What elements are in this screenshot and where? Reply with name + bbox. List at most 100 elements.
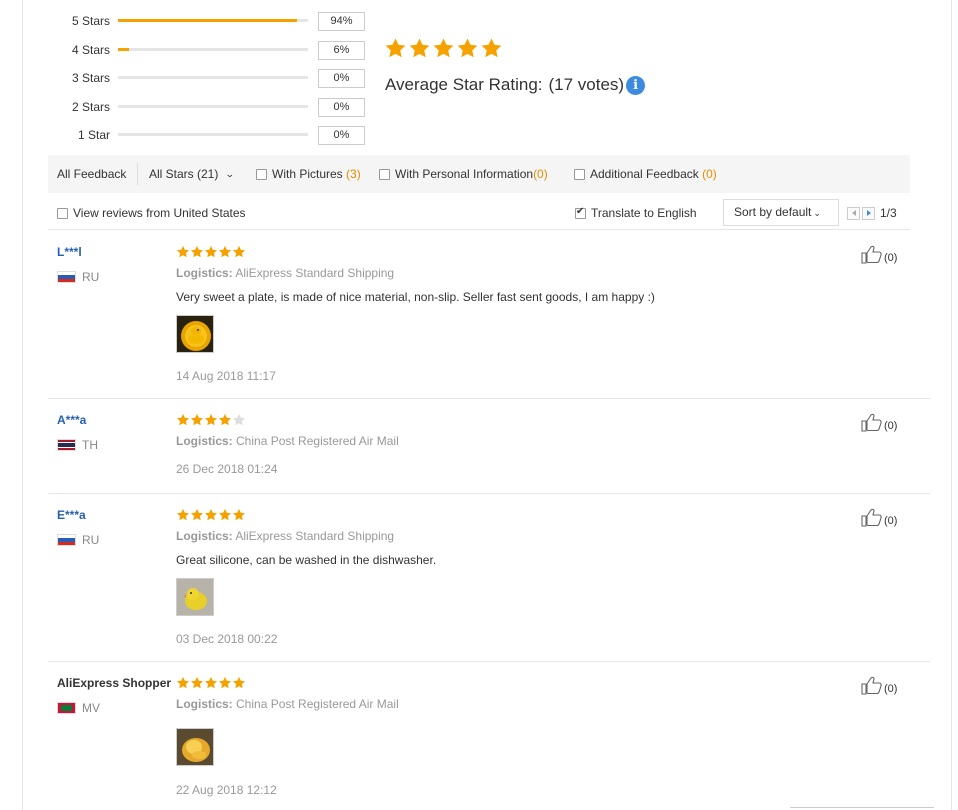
sort-dropdown[interactable]: Sort by default ⌄ (723, 199, 839, 226)
logistics-label: Logistics: (176, 434, 233, 448)
left-border (22, 0, 23, 810)
with-pictures-checkbox[interactable] (256, 168, 267, 180)
star-filled-icon (433, 38, 454, 58)
logistics-label: Logistics: (176, 697, 233, 711)
star-empty-icon (232, 413, 246, 426)
review-stars (176, 676, 246, 690)
next-page-button[interactable] (862, 206, 875, 220)
review-photo[interactable] (176, 578, 214, 616)
country-code: RU (82, 533, 100, 547)
all-stars-label: All Stars (21) (149, 167, 219, 181)
rating-bar (118, 76, 308, 79)
helpful-button[interactable]: (0) (861, 508, 897, 527)
review-text: Very sweet a plate, is made of nice mate… (176, 290, 655, 304)
review-date: 03 Dec 2018 00:22 (176, 632, 278, 646)
flag-th-icon (57, 439, 76, 451)
logistics-info: Logistics: China Post Registered Air Mai… (176, 697, 399, 711)
review-stars (176, 245, 246, 259)
star-filled-icon (176, 508, 190, 521)
rating-label: 3 Stars (71, 71, 110, 85)
thumbs-up-icon (861, 676, 882, 695)
rating-bar (118, 104, 308, 108)
logistics-method: China Post Registered Air Mail (236, 434, 399, 448)
rating-row-1[interactable]: 1 Star 0% (60, 124, 370, 153)
star-filled-icon (204, 508, 218, 521)
helpful-count: (0) (884, 252, 898, 264)
info-icon[interactable]: i (626, 75, 646, 95)
reviewer-country: MV (57, 701, 100, 715)
review-photo[interactable] (176, 728, 214, 766)
star-filled-icon (190, 413, 204, 426)
average-rating: Average Star Rating: (17 votes) i (385, 75, 646, 95)
helpful-button[interactable]: (0) (861, 413, 897, 432)
translate-checkbox[interactable] (575, 206, 586, 219)
thumbs-up-icon (861, 508, 882, 527)
logistics-info: Logistics: China Post Registered Air Mai… (176, 434, 399, 448)
rating-bar (118, 133, 308, 136)
all-feedback-tab[interactable]: All Feedback (57, 167, 126, 181)
rating-row-5[interactable]: 5 Stars 94% (60, 10, 370, 39)
review-item: L***l RU Logistics: AliExpress Standard … (48, 231, 930, 399)
reviewer-name[interactable]: AliExpress Shopper (57, 676, 171, 690)
review-date: 14 Aug 2018 11:17 (176, 369, 276, 383)
helpful-button[interactable]: (0) (861, 676, 897, 695)
rating-row-2[interactable]: 2 Stars 0% (60, 96, 370, 125)
logistics-method: China Post Registered Air Mail (236, 697, 399, 711)
star-filled-icon (481, 38, 502, 58)
review-date: 22 Aug 2018 12:12 (176, 783, 277, 797)
star-filled-icon (204, 413, 218, 426)
logistics-label: Logistics: (176, 529, 233, 543)
additional-feedback-filter[interactable]: Additional Feedback (0) (574, 167, 717, 181)
review-photo[interactable] (176, 315, 214, 353)
flag-ru-icon (57, 534, 76, 546)
rating-bar-fill (118, 19, 297, 22)
helpful-button[interactable]: (0) (861, 245, 897, 264)
star-filled-icon (385, 38, 406, 58)
country-code: RU (82, 270, 100, 284)
pagination: 1/3 (847, 206, 897, 220)
star-filled-icon (190, 245, 204, 258)
translate-option[interactable]: Translate to English (575, 206, 697, 220)
review-stars (176, 413, 246, 427)
with-pictures-filter[interactable]: With Pictures (3) (256, 167, 361, 181)
reviewer-name[interactable]: L***l (57, 245, 82, 259)
logistics-info: Logistics: AliExpress Standard Shipping (176, 529, 394, 543)
star-filled-icon (190, 508, 204, 521)
flag-ru-icon (57, 271, 76, 283)
rating-percent: 0% (318, 126, 365, 145)
reviewer-name[interactable]: A***a (57, 413, 86, 427)
rating-row-3[interactable]: 3 Stars 0% (60, 67, 370, 96)
additional-feedback-checkbox[interactable] (574, 168, 585, 180)
review-options-row: View reviews from United States Translat… (48, 198, 910, 230)
review-stars (176, 508, 246, 522)
review-item: A***a TH Logistics: China Post Registere… (48, 399, 930, 494)
logistics-method: AliExpress Standard Shipping (235, 266, 395, 280)
logistics-label: Logistics: (176, 266, 233, 280)
prev-page-button[interactable] (847, 206, 860, 220)
with-personal-checkbox[interactable] (379, 168, 390, 180)
rating-percent: 0% (318, 97, 365, 117)
logistics-info: Logistics: AliExpress Standard Shipping (176, 266, 394, 280)
rating-row-4[interactable]: 4 Stars 6% (60, 39, 370, 68)
divider (137, 163, 138, 185)
with-personal-filter[interactable]: With Personal Information (0) (379, 167, 548, 181)
star-filled-icon (204, 245, 218, 258)
helpful-count: (0) (884, 515, 898, 527)
with-personal-label: With Personal Information (395, 167, 534, 181)
view-us-option[interactable]: View reviews from United States (57, 206, 246, 220)
divider (790, 807, 934, 808)
review-item: AliExpress Shopper MV Logistics: China P… (48, 662, 930, 810)
rating-percent: 6% (318, 40, 365, 60)
flag-mv-icon (57, 702, 76, 714)
star-filled-icon (176, 245, 190, 258)
star-filled-icon (457, 38, 478, 58)
reviewer-name[interactable]: E***a (57, 508, 86, 522)
review-date: 26 Dec 2018 01:24 (176, 462, 278, 476)
sort-label: Sort by default (734, 205, 812, 219)
star-filled-icon (176, 413, 190, 426)
view-us-checkbox[interactable] (57, 207, 68, 219)
star-filled-icon (232, 245, 246, 258)
star-filled-icon (232, 676, 246, 689)
all-stars-dropdown[interactable]: All Stars (21) ⌄ (149, 167, 235, 181)
translate-label: Translate to English (591, 206, 697, 220)
